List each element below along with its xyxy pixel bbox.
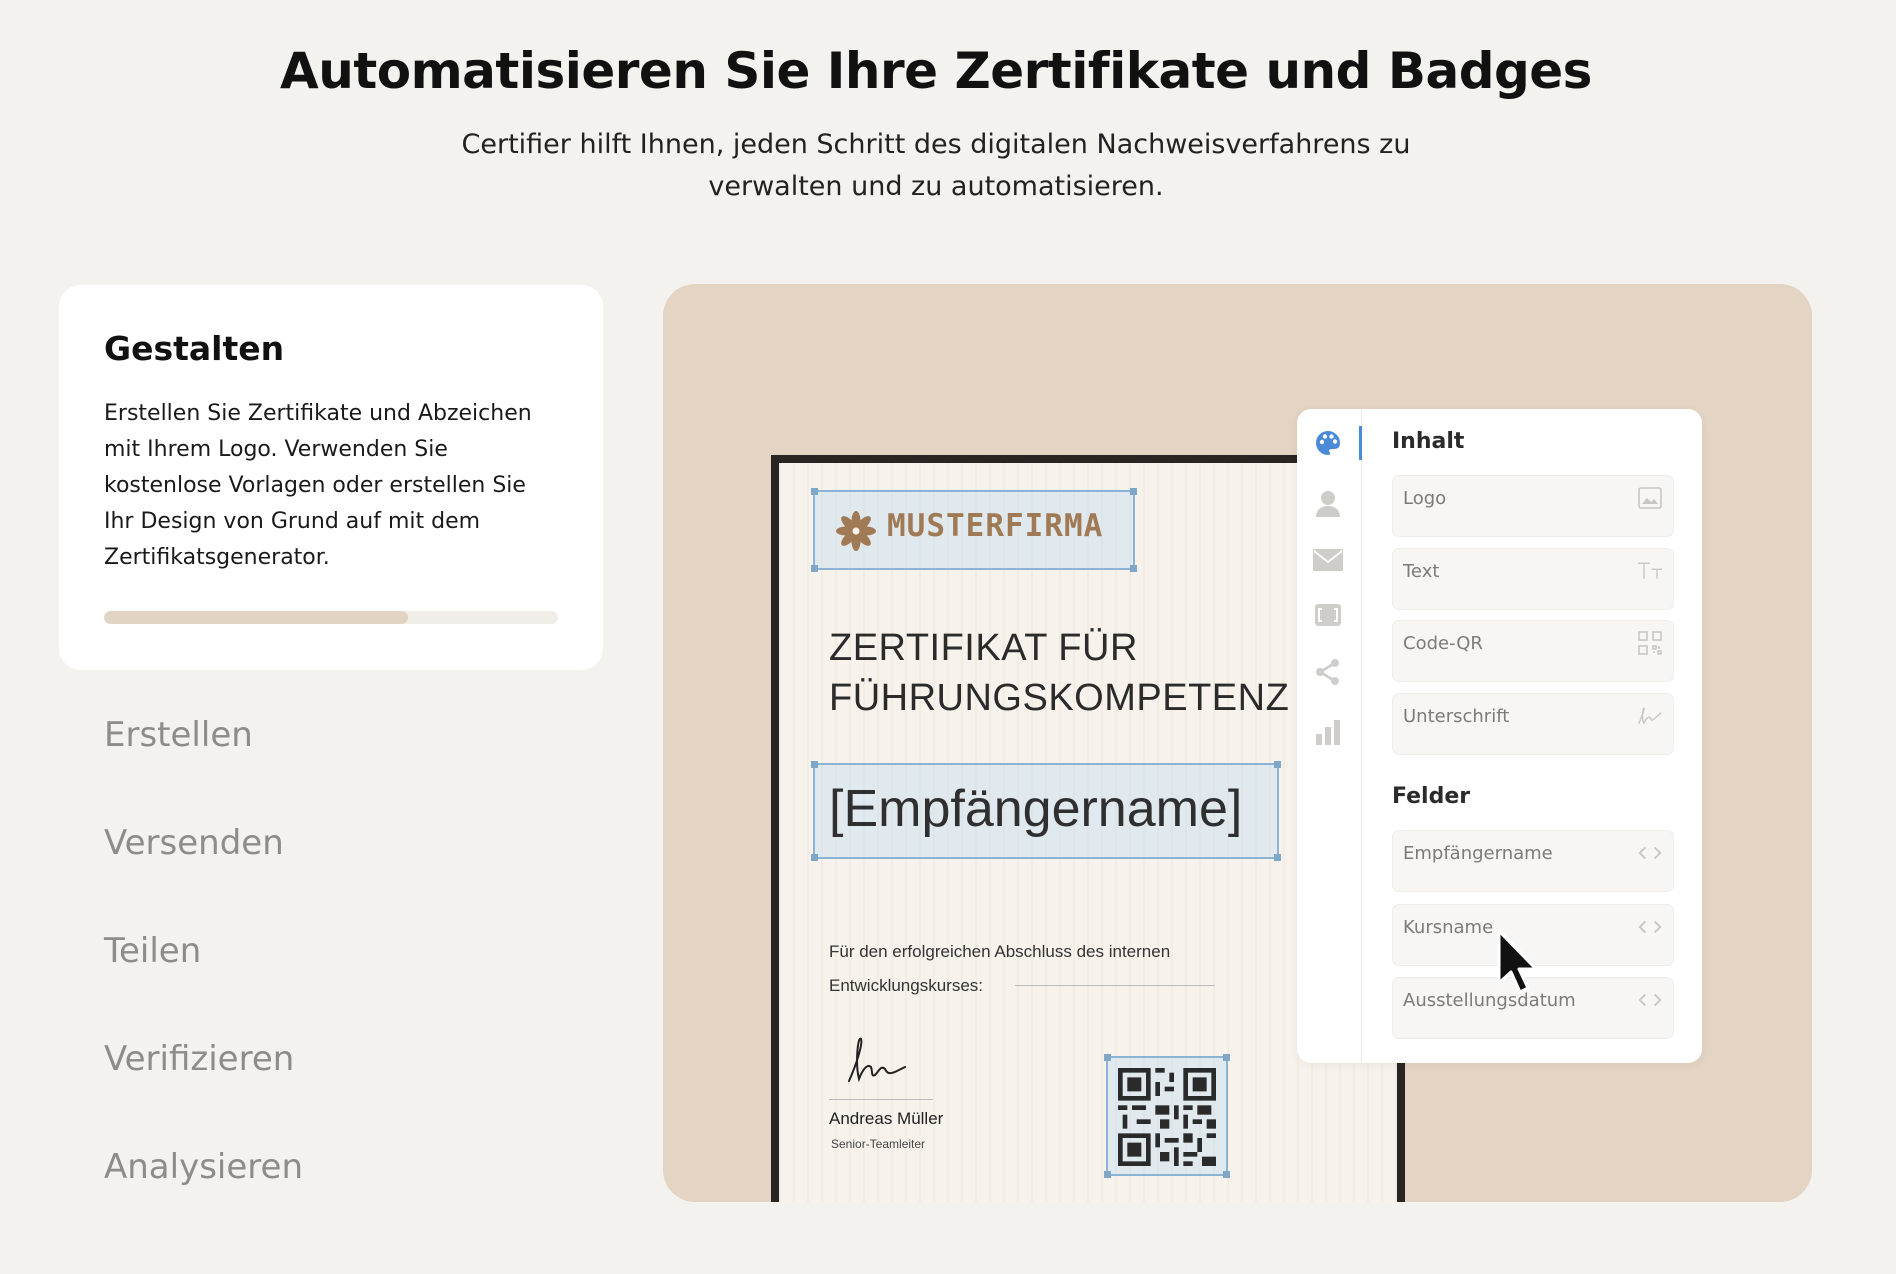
certificate-body-line: Für den erfolgreichen Abschluss des inte… — [829, 942, 1171, 961]
content-item-label: Logo — [1403, 488, 1447, 509]
step-title: Gestalten — [104, 329, 285, 368]
resize-handle[interactable] — [1104, 1171, 1111, 1178]
field-item-label: Ausstellungsdatum — [1403, 990, 1576, 1011]
resize-handle[interactable] — [811, 488, 818, 495]
user-icon — [1316, 491, 1340, 517]
code-brackets-icon — [1637, 988, 1663, 1012]
field-item-label: Kursname — [1403, 917, 1494, 938]
demo-panel: MUSTERFIRMA ZERTIFIKAT FÜR FÜHRUNGSKOMPE… — [663, 284, 1812, 1202]
step-list: Erstellen Versenden Teilen Verifizieren … — [104, 690, 584, 1230]
field-item-recipient-name[interactable]: Empfängername — [1392, 830, 1674, 892]
mouse-cursor-icon — [1497, 929, 1538, 994]
qr-icon — [1637, 631, 1663, 655]
analytics-tool-button[interactable] — [1311, 715, 1345, 749]
certificate-body-text[interactable]: Für den erfolgreichen Abschluss des inte… — [829, 935, 1229, 1003]
step-progress-fill — [104, 611, 409, 624]
page-subtitle: Certifier hilft Ihnen, jeden Schritt des… — [461, 129, 1411, 202]
code-brackets-icon — [1637, 841, 1663, 865]
content-item-logo[interactable]: Logo — [1392, 475, 1674, 537]
editor-tool-rail — [1297, 409, 1362, 1063]
certificate-body-line: Entwicklungskurses: — [829, 976, 984, 995]
recipient-name-block[interactable]: [Empfängername] — [811, 761, 1281, 861]
resize-handle[interactable] — [1223, 1171, 1230, 1178]
code-brackets-icon — [1637, 915, 1663, 939]
certificate-title-line: ZERTIFIKAT FÜR — [829, 627, 1138, 669]
resize-handle[interactable] — [1223, 1054, 1230, 1061]
step-item-teilen[interactable]: Teilen — [104, 906, 584, 1014]
mail-icon — [1313, 549, 1343, 571]
fields-section-title: Felder — [1392, 784, 1471, 809]
frame-icon — [1315, 604, 1341, 626]
signature-line — [829, 1099, 933, 1100]
page-title: Automatisieren Sie Ihre Zertifikate und … — [280, 42, 1592, 100]
signature-icon — [1637, 704, 1663, 728]
content-section-title: Inhalt — [1392, 429, 1465, 454]
frame-tool-button[interactable] — [1311, 598, 1345, 632]
active-tool-indicator — [1359, 426, 1362, 460]
email-tool-button[interactable] — [1311, 543, 1345, 577]
resize-handle[interactable] — [811, 761, 818, 768]
resize-handle[interactable] — [1104, 1054, 1111, 1061]
field-item-label: Empfängername — [1403, 843, 1553, 864]
bar-chart-icon — [1316, 720, 1340, 745]
content-item-qr[interactable]: Code-QR — [1392, 620, 1674, 682]
resize-handle[interactable] — [1274, 854, 1281, 861]
resize-handle[interactable] — [811, 854, 818, 861]
content-item-label: Code-QR — [1403, 633, 1483, 654]
step-item-verifizieren[interactable]: Verifizieren — [104, 1014, 584, 1122]
course-name-blank — [1015, 985, 1215, 986]
qr-code-icon — [1118, 1068, 1216, 1166]
qr-code-block[interactable] — [1104, 1054, 1230, 1178]
step-card-active[interactable]: Gestalten Erstellen Sie Zertifikate und … — [59, 285, 603, 670]
certificate-logo-block[interactable]: MUSTERFIRMA — [811, 488, 1137, 572]
image-icon — [1637, 486, 1663, 510]
recipients-tool-button[interactable] — [1311, 487, 1345, 521]
share-tool-button[interactable] — [1311, 655, 1345, 689]
signature-image[interactable] — [845, 1033, 925, 1093]
resize-handle[interactable] — [811, 565, 818, 572]
content-item-label: Unterschrift — [1403, 706, 1510, 727]
text-size-icon — [1637, 559, 1663, 583]
share-icon — [1316, 659, 1339, 685]
content-item-label: Text — [1403, 561, 1440, 582]
content-item-signature[interactable]: Unterschrift — [1392, 693, 1674, 755]
step-item-erstellen[interactable]: Erstellen — [104, 690, 584, 798]
step-item-analysieren[interactable]: Analysieren — [104, 1122, 584, 1230]
company-name: MUSTERFIRMA — [887, 508, 1104, 544]
resize-handle[interactable] — [1274, 761, 1281, 768]
certificate-title[interactable]: ZERTIFIKAT FÜR FÜHRUNGSKOMPETENZ — [829, 623, 1290, 723]
resize-handle[interactable] — [1130, 565, 1137, 572]
signer-name: Andreas Müller — [829, 1109, 944, 1128]
step-item-versenden[interactable]: Versenden — [104, 798, 584, 906]
flower-logo-icon — [836, 511, 876, 551]
recipient-name-placeholder: [Empfängername] — [829, 780, 1243, 838]
palette-icon — [1316, 430, 1341, 455]
signer-role: Senior-Teamleiter — [831, 1137, 926, 1151]
step-description: Erstellen Sie Zertifikate und Abzeichen … — [104, 401, 532, 570]
content-item-text[interactable]: Text — [1392, 548, 1674, 610]
resize-handle[interactable] — [1130, 488, 1137, 495]
design-tool-button[interactable] — [1311, 426, 1345, 460]
step-progress-bar — [104, 611, 558, 624]
certificate-title-line: FÜHRUNGSKOMPETENZ — [829, 677, 1290, 719]
